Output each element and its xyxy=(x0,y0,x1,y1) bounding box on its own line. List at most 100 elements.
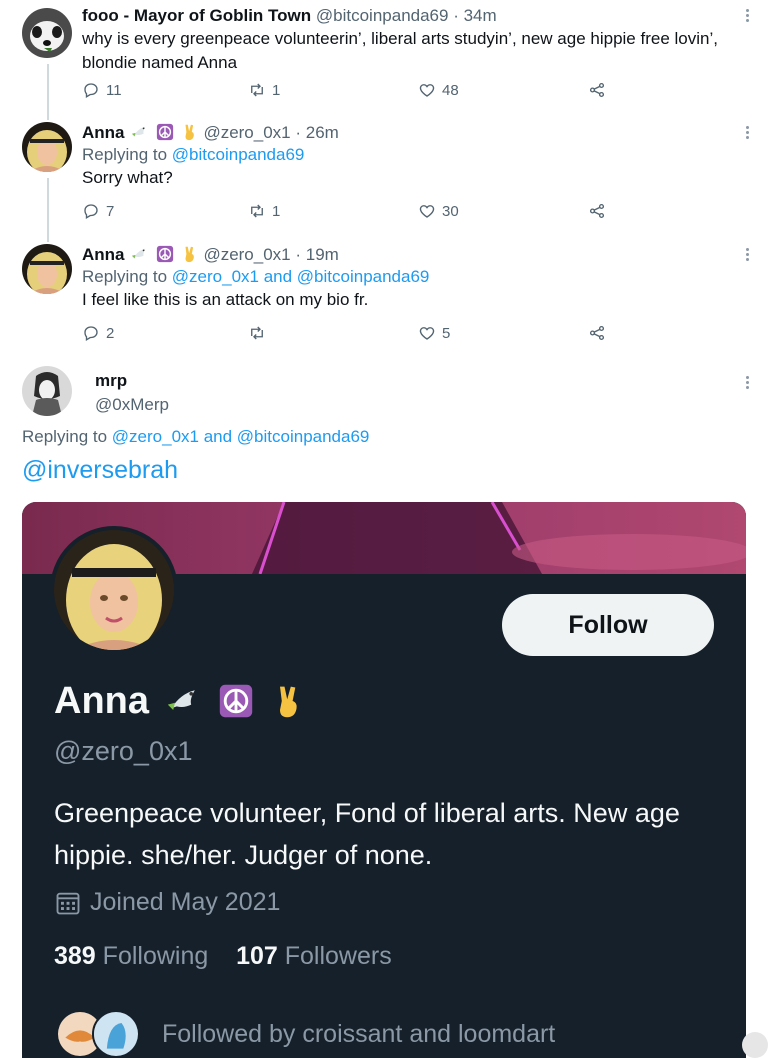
peace-symbol-emoji xyxy=(156,123,174,141)
like-button[interactable]: 48 xyxy=(418,79,459,101)
avatar[interactable] xyxy=(22,8,72,58)
more-options-icon[interactable] xyxy=(746,376,750,391)
more-options-icon[interactable] xyxy=(746,9,750,24)
reply-count: 11 xyxy=(106,81,122,99)
followed-by-avatars xyxy=(56,1010,140,1058)
reply-target-link[interactable]: @zero_0x1 and @bitcoinpanda69 xyxy=(112,427,370,446)
thread-line xyxy=(47,178,49,242)
main-tweet-header[interactable]: mrp @0xMerp xyxy=(95,370,748,417)
display-name[interactable]: Anna xyxy=(82,245,125,264)
heart-icon xyxy=(418,202,436,220)
share-button[interactable] xyxy=(588,322,606,344)
retweet-button[interactable] xyxy=(248,322,272,344)
thread-line xyxy=(47,64,49,120)
retweet-button[interactable]: 1 xyxy=(248,200,280,222)
like-count: 5 xyxy=(442,324,451,342)
tweet-header: Anna @zero_0x1 · 26m xyxy=(82,122,748,144)
tweet-actions: 2 5 xyxy=(82,322,642,344)
replying-to: Replying to @bitcoinpanda69 xyxy=(82,144,748,166)
victory-hand-emoji xyxy=(181,245,199,263)
tweet-header: Anna @zero_0x1 · 19m xyxy=(82,244,748,266)
followed-by: Followed by croissant and loomdart xyxy=(56,1010,555,1058)
user-handle[interactable]: @zero_0x1 · 19m xyxy=(203,245,338,264)
reply-button[interactable]: 7 xyxy=(82,200,114,222)
replying-to: Replying to @zero_0x1 and @bitcoinpanda6… xyxy=(82,266,748,288)
profile-joined: Joined May 2021 xyxy=(54,888,280,917)
share-icon xyxy=(588,202,606,220)
reply-button[interactable]: 2 xyxy=(82,322,114,344)
tweet-actions: 11 1 48 xyxy=(82,79,642,101)
expand-badge xyxy=(742,1032,768,1058)
followers-count: 107 xyxy=(236,942,278,970)
reply-count: 7 xyxy=(106,202,115,220)
share-button[interactable] xyxy=(588,200,606,222)
user-handle[interactable]: @zero_0x1 · 26m xyxy=(203,123,338,142)
following-label: Following xyxy=(102,942,209,970)
tweet-text: I feel like this is an attack on my bio … xyxy=(82,290,369,309)
display-name[interactable]: mrp xyxy=(95,370,748,392)
profile-display-name: Anna xyxy=(54,680,307,723)
following-count: 389 xyxy=(54,942,96,970)
followed-by-text: Followed by croissant and loomdart xyxy=(162,1019,556,1048)
calendar-icon xyxy=(54,889,82,917)
reply-button[interactable]: 11 xyxy=(82,79,122,101)
share-icon xyxy=(588,81,606,99)
peace-symbol-emoji xyxy=(218,683,254,719)
tweet-text: why is every greenpeace volunteerin’, li… xyxy=(82,29,718,72)
victory-hand-emoji xyxy=(271,683,307,719)
dove-emoji xyxy=(131,245,149,263)
like-button[interactable]: 5 xyxy=(418,322,450,344)
follow-button: Follow xyxy=(502,594,714,656)
tweet-header: fooo - Mayor of Goblin Town @bitcoinpand… xyxy=(82,5,748,27)
heart-icon xyxy=(418,324,436,342)
profile-bio: Greenpeace volunteer, Fond of liberal ar… xyxy=(54,798,680,870)
profile-avatar xyxy=(50,526,178,654)
share-button[interactable] xyxy=(588,79,606,101)
replying-to-prefix: Replying to xyxy=(82,145,168,164)
followers-label: Followers xyxy=(284,942,392,970)
tweet-actions: 7 1 30 xyxy=(82,200,642,222)
retweet-button[interactable]: 1 xyxy=(248,79,280,101)
display-name[interactable]: Anna xyxy=(82,123,125,142)
profile-name-text: Anna xyxy=(54,680,149,722)
reply-icon xyxy=(82,81,100,99)
mention-link[interactable]: @inversebrah xyxy=(22,454,178,486)
user-handle[interactable]: @0xMerp xyxy=(95,393,748,417)
avatar[interactable] xyxy=(22,244,72,294)
replying-to-prefix: Replying to xyxy=(82,267,168,286)
retweet-count: 1 xyxy=(272,202,281,220)
more-options-icon[interactable] xyxy=(746,248,750,263)
reply-target-link[interactable]: @bitcoinpanda69 xyxy=(172,145,305,164)
like-button[interactable]: 30 xyxy=(418,200,459,222)
like-count: 48 xyxy=(442,81,459,99)
tweet[interactable]: Anna @zero_0x1 · 26m Replying to @bitcoi… xyxy=(82,122,748,190)
avatar[interactable] xyxy=(22,122,72,172)
replying-to: Replying to @zero_0x1 and @bitcoinpanda6… xyxy=(22,426,369,448)
retweet-icon xyxy=(248,324,266,342)
display-name[interactable]: fooo - Mayor of Goblin Town xyxy=(82,6,311,25)
reply-icon xyxy=(82,202,100,220)
retweet-icon xyxy=(248,81,266,99)
reply-target-link[interactable]: @zero_0x1 and @bitcoinpanda69 xyxy=(172,267,430,286)
profile-card-image: Follow Anna @zero_0x1 Greenpeace volunte… xyxy=(22,502,746,1058)
peace-symbol-emoji xyxy=(156,245,174,263)
dove-emoji xyxy=(166,683,202,719)
profile-handle: @zero_0x1 xyxy=(54,736,193,766)
replying-to-prefix: Replying to xyxy=(22,427,108,446)
tweet-text: Sorry what? xyxy=(82,168,173,187)
more-options-icon[interactable] xyxy=(746,126,750,141)
joined-date: Joined May 2021 xyxy=(90,888,281,916)
reply-count: 2 xyxy=(106,324,115,342)
dove-emoji xyxy=(131,123,149,141)
profile-stats: 389 Following 107 Followers xyxy=(54,942,392,971)
retweet-count: 1 xyxy=(272,81,281,99)
like-count: 30 xyxy=(442,202,459,220)
avatar[interactable] xyxy=(22,366,72,416)
avatar xyxy=(92,1010,140,1058)
tweet[interactable]: Anna @zero_0x1 · 19m Replying to @zero_0… xyxy=(82,244,748,312)
heart-icon xyxy=(418,81,436,99)
user-handle[interactable]: @bitcoinpanda69 · 34m xyxy=(316,6,497,25)
tweet[interactable]: fooo - Mayor of Goblin Town @bitcoinpand… xyxy=(82,5,748,75)
retweet-icon xyxy=(248,202,266,220)
share-icon xyxy=(588,324,606,342)
